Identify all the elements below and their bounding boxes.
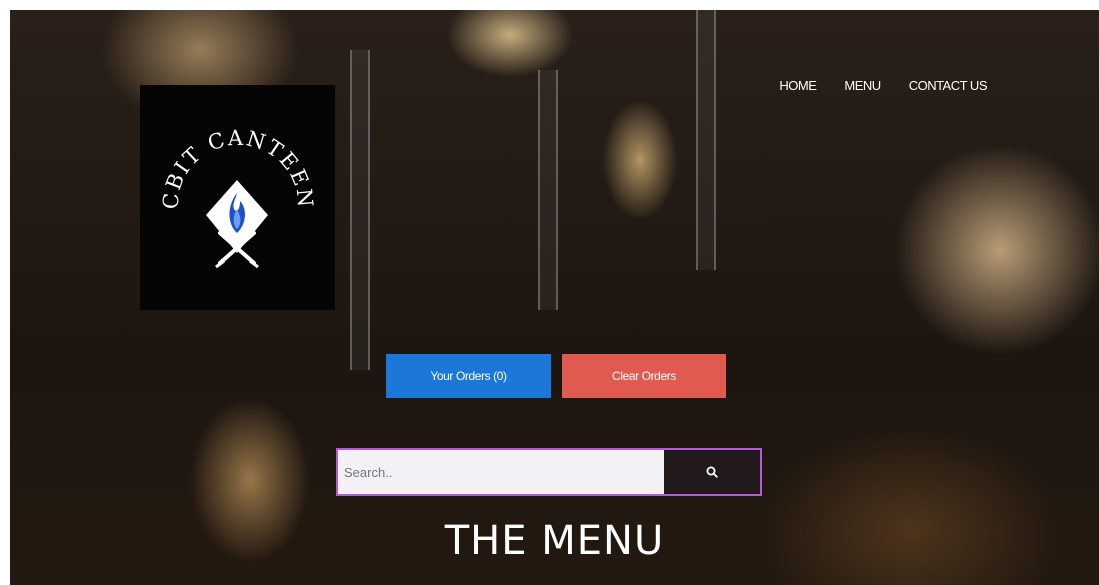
decor-tube bbox=[696, 10, 716, 270]
search-input[interactable] bbox=[338, 450, 664, 494]
search-bar bbox=[336, 448, 762, 496]
your-orders-button[interactable]: Your Orders (0) bbox=[386, 354, 551, 398]
flame-knife-fork-icon: CBIT CANTEEN bbox=[159, 126, 316, 269]
nav-home-link[interactable]: HOME bbox=[779, 78, 817, 93]
search-icon bbox=[706, 466, 718, 478]
hero-section: HOME MENU CONTACT US CBIT CANTEEN Your O… bbox=[10, 10, 1099, 585]
nav-menu-link[interactable]: MENU bbox=[844, 78, 881, 93]
canteen-logo[interactable]: CBIT CANTEEN bbox=[140, 85, 335, 310]
clear-orders-button[interactable]: Clear Orders bbox=[562, 354, 726, 398]
main-nav: HOME MENU CONTACT US bbox=[779, 78, 987, 93]
search-button[interactable] bbox=[664, 450, 760, 494]
decor-tube bbox=[538, 70, 558, 310]
nav-contact-link[interactable]: CONTACT US bbox=[909, 78, 988, 93]
decor-tube bbox=[350, 50, 370, 370]
section-title: THE MENU bbox=[444, 518, 665, 564]
